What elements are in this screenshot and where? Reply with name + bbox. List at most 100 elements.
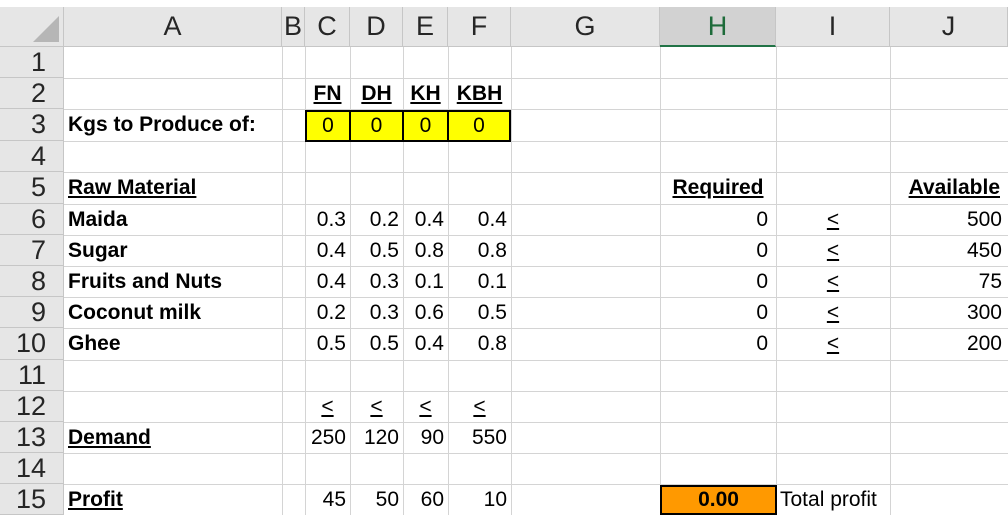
coef-cell[interactable]: 0.2 bbox=[305, 297, 350, 328]
constraint-operator[interactable]: < bbox=[776, 204, 890, 235]
raw-material-header[interactable]: Raw Material bbox=[64, 172, 282, 204]
row-header-4[interactable]: 4 bbox=[0, 141, 64, 172]
material-name[interactable]: Coconut milk bbox=[64, 297, 282, 328]
row-header-15[interactable]: 15 bbox=[0, 484, 64, 515]
spreadsheet-grid[interactable]: A B C D E F G H I J 1 2 3 4 5 6 7 8 9 10… bbox=[0, 0, 1008, 515]
column-header-B[interactable]: B bbox=[282, 7, 305, 47]
profit-cell[interactable]: 50 bbox=[350, 484, 403, 515]
kgs-input-KBH[interactable]: 0 bbox=[447, 110, 511, 142]
product-header-KH[interactable]: KH bbox=[403, 78, 448, 109]
material-name[interactable]: Fruits and Nuts bbox=[64, 266, 282, 297]
coef-cell[interactable]: 0.8 bbox=[448, 235, 511, 266]
row-header-12[interactable]: 12 bbox=[0, 391, 64, 422]
material-name[interactable]: Sugar bbox=[64, 235, 282, 266]
demand-cell[interactable]: 90 bbox=[403, 422, 448, 453]
profit-cell[interactable]: 10 bbox=[448, 484, 511, 515]
demand-cell[interactable]: 550 bbox=[448, 422, 511, 453]
gridline bbox=[282, 7, 283, 515]
row-header-7[interactable]: 7 bbox=[0, 235, 64, 266]
coef-cell[interactable]: 0.4 bbox=[403, 328, 448, 360]
column-header-A[interactable]: A bbox=[64, 7, 282, 47]
coef-cell[interactable]: 0.3 bbox=[350, 266, 403, 297]
available-header[interactable]: Available bbox=[890, 172, 1008, 204]
coef-cell[interactable]: 0.3 bbox=[350, 297, 403, 328]
required-cell[interactable]: 0 bbox=[660, 235, 776, 266]
coef-cell[interactable]: 0.5 bbox=[350, 328, 403, 360]
coef-cell[interactable]: 0.5 bbox=[305, 328, 350, 360]
profit-label[interactable]: Profit bbox=[64, 484, 282, 515]
required-cell[interactable]: 0 bbox=[660, 328, 776, 360]
column-header-C[interactable]: C bbox=[305, 7, 350, 47]
coef-cell[interactable]: 0.5 bbox=[448, 297, 511, 328]
column-header-I[interactable]: I bbox=[776, 7, 890, 47]
column-header-F[interactable]: F bbox=[448, 7, 511, 47]
available-cell[interactable]: 200 bbox=[890, 328, 1008, 360]
coef-cell[interactable]: 0.1 bbox=[448, 266, 511, 297]
coef-cell[interactable]: 0.6 bbox=[403, 297, 448, 328]
coef-cell[interactable]: 0.8 bbox=[448, 328, 511, 360]
profit-cell[interactable]: 60 bbox=[403, 484, 448, 515]
row-header-9[interactable]: 9 bbox=[0, 297, 64, 328]
product-header-KBH[interactable]: KBH bbox=[448, 78, 511, 109]
available-cell[interactable]: 450 bbox=[890, 235, 1008, 266]
column-header-H[interactable]: H bbox=[660, 7, 776, 47]
column-header-G[interactable]: G bbox=[511, 7, 660, 47]
constraint-operator[interactable]: < bbox=[776, 328, 890, 360]
coef-cell[interactable]: 0.4 bbox=[403, 204, 448, 235]
demand-operator[interactable]: < bbox=[448, 391, 511, 422]
kgs-input-DH[interactable]: 0 bbox=[349, 110, 404, 142]
row-header-2[interactable]: 2 bbox=[0, 78, 64, 109]
row-header-8[interactable]: 8 bbox=[0, 266, 64, 297]
coef-cell[interactable]: 0.4 bbox=[448, 204, 511, 235]
coef-cell[interactable]: 0.3 bbox=[305, 204, 350, 235]
row-header-1[interactable]: 1 bbox=[0, 47, 64, 78]
row-header-3[interactable]: 3 bbox=[0, 109, 64, 141]
required-cell[interactable]: 0 bbox=[660, 204, 776, 235]
coef-cell[interactable]: 0.1 bbox=[403, 266, 448, 297]
material-name[interactable]: Ghee bbox=[64, 328, 282, 360]
demand-label[interactable]: Demand bbox=[64, 422, 282, 453]
available-cell[interactable]: 500 bbox=[890, 204, 1008, 235]
kgs-input-FN[interactable]: 0 bbox=[305, 110, 351, 142]
column-header-D[interactable]: D bbox=[350, 7, 403, 47]
total-profit-label[interactable]: Total profit bbox=[776, 484, 890, 515]
column-header-E[interactable]: E bbox=[403, 7, 448, 47]
kgs-to-produce-label[interactable]: Kgs to Produce of: bbox=[64, 109, 282, 141]
demand-operator[interactable]: < bbox=[403, 391, 448, 422]
row-header-10[interactable]: 10 bbox=[0, 328, 64, 360]
total-profit-cell[interactable]: 0.00 bbox=[660, 485, 777, 515]
demand-operator[interactable]: < bbox=[305, 391, 350, 422]
required-cell[interactable]: 0 bbox=[660, 266, 776, 297]
product-header-DH[interactable]: DH bbox=[350, 78, 403, 109]
demand-cell[interactable]: 120 bbox=[350, 422, 403, 453]
kgs-input-KH[interactable]: 0 bbox=[402, 110, 449, 142]
constraint-operator[interactable]: < bbox=[776, 297, 890, 328]
demand-operator[interactable]: < bbox=[350, 391, 403, 422]
gridline bbox=[0, 360, 1008, 361]
row-header-6[interactable]: 6 bbox=[0, 204, 64, 235]
required-cell[interactable]: 0 bbox=[660, 297, 776, 328]
coef-cell[interactable]: 0.4 bbox=[305, 235, 350, 266]
coef-cell[interactable]: 0.8 bbox=[403, 235, 448, 266]
profit-cell[interactable]: 45 bbox=[305, 484, 350, 515]
demand-cell[interactable]: 250 bbox=[305, 422, 350, 453]
row-header-14[interactable]: 14 bbox=[0, 453, 64, 484]
coef-cell[interactable]: 0.5 bbox=[350, 235, 403, 266]
coef-cell[interactable]: 0.4 bbox=[305, 266, 350, 297]
product-header-FN[interactable]: FN bbox=[305, 78, 350, 109]
row-header-11[interactable]: 11 bbox=[0, 360, 64, 391]
material-name[interactable]: Maida bbox=[64, 204, 282, 235]
available-cell[interactable]: 75 bbox=[890, 266, 1008, 297]
constraint-operator[interactable]: < bbox=[776, 266, 890, 297]
coef-cell[interactable]: 0.2 bbox=[350, 204, 403, 235]
row-header-13[interactable]: 13 bbox=[0, 422, 64, 453]
row-header-5[interactable]: 5 bbox=[0, 172, 64, 204]
required-header[interactable]: Required bbox=[660, 172, 776, 204]
gridline bbox=[0, 453, 1008, 454]
gridline bbox=[511, 7, 512, 515]
column-header-J[interactable]: J bbox=[890, 7, 1008, 47]
available-cell[interactable]: 300 bbox=[890, 297, 1008, 328]
select-all-icon bbox=[33, 16, 59, 42]
select-all-corner[interactable] bbox=[0, 7, 64, 47]
constraint-operator[interactable]: < bbox=[776, 235, 890, 266]
